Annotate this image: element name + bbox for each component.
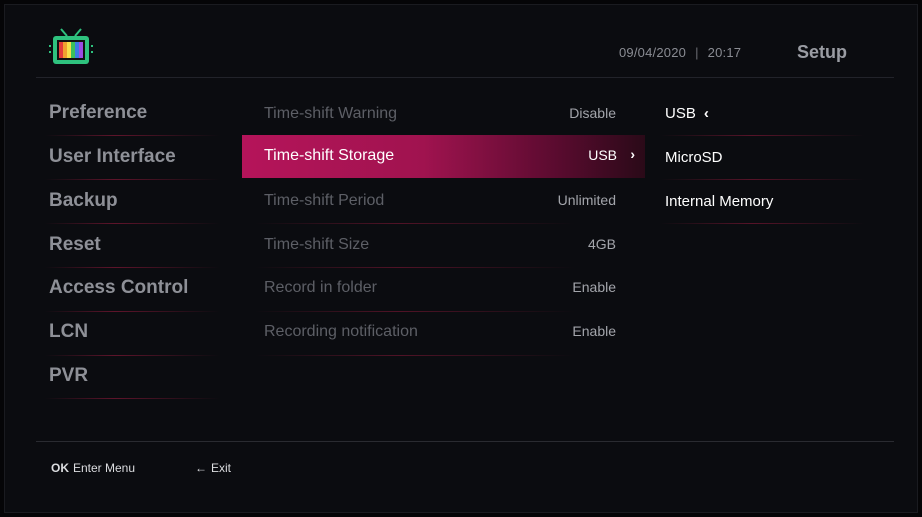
menu-divider (45, 311, 220, 312)
chevron-right-icon: › (630, 146, 635, 162)
menu-divider (45, 135, 220, 136)
hint-enter-menu[interactable]: OK Enter Menu (51, 461, 135, 475)
setting-value: USB (588, 147, 617, 163)
option-internal-memory[interactable]: Internal Memory (665, 193, 773, 210)
hint-exit[interactable]: ← Exit (195, 461, 231, 475)
setting-row-time-shift-storage[interactable]: Time-shift Storage USB › (242, 135, 645, 178)
setup-screen: 09/04/2020 | 20:17 Setup Preference User I… (4, 4, 918, 513)
menu-item-preference[interactable]: Preference (49, 102, 147, 124)
menu-item-user-interface[interactable]: User Interface (49, 146, 176, 168)
setting-row-time-shift-size[interactable]: Time-shift Size 4GB (242, 224, 645, 267)
setting-value: Enable (572, 279, 616, 295)
setting-value: 4GB (587, 236, 616, 252)
setting-label: Time-shift Storage (264, 147, 395, 164)
menu-divider (45, 267, 220, 268)
option-divider (660, 135, 865, 136)
setting-row-record-in-folder[interactable]: Record in folder Enable (242, 267, 645, 310)
menu-item-access-control[interactable]: Access Control (49, 277, 188, 299)
date-text: 09/04/2020 (619, 45, 687, 60)
option-divider (660, 179, 865, 180)
menu-item-backup[interactable]: Backup (49, 190, 118, 212)
ok-key-icon: OK (51, 461, 69, 475)
setting-row-time-shift-period[interactable]: Time-shift Period Unlimited (242, 180, 645, 223)
setting-label: Time-shift Size (264, 236, 370, 253)
setting-value: Disable (569, 105, 616, 121)
menu-item-reset[interactable]: Reset (49, 234, 101, 256)
setting-value: Enable (572, 323, 616, 339)
option-usb[interactable]: USB ‹ (665, 105, 709, 122)
menu-divider (45, 179, 220, 180)
chevron-left-icon: ‹ (703, 105, 709, 122)
hint-label: Enter Menu (73, 461, 136, 475)
time-text: 20:17 (707, 45, 742, 60)
setting-label: Recording notification (264, 323, 418, 340)
setting-row-time-shift-warning[interactable]: Time-shift Warning Disable (242, 93, 645, 136)
menu-divider (45, 398, 220, 399)
header-divider (36, 77, 894, 78)
menu-divider (45, 355, 220, 356)
setting-row-recording-notification[interactable]: Recording notification Enable (242, 311, 645, 354)
option-label: USB (665, 105, 696, 122)
date-time-separator: | (695, 45, 699, 60)
setting-label: Time-shift Period (264, 192, 385, 209)
setting-label: Time-shift Warning (264, 105, 398, 122)
back-arrow-icon: ← (195, 461, 207, 475)
page-title: Setup (797, 42, 848, 62)
hint-label: Exit (211, 461, 232, 475)
menu-item-lcn[interactable]: LCN (49, 321, 88, 343)
footer-divider (36, 441, 894, 442)
option-divider (660, 223, 865, 224)
setting-value: Unlimited (557, 192, 616, 208)
menu-divider (45, 223, 220, 224)
option-label: Internal Memory (665, 193, 774, 210)
tv-icon (49, 28, 93, 64)
date-time: 09/04/2020 | 20:17 (619, 45, 741, 60)
menu-item-pvr[interactable]: PVR (49, 365, 88, 387)
setting-label: Record in folder (264, 279, 377, 296)
option-label: MicroSD (665, 149, 723, 166)
row-divider (255, 355, 575, 356)
option-microsd[interactable]: MicroSD (665, 149, 723, 166)
